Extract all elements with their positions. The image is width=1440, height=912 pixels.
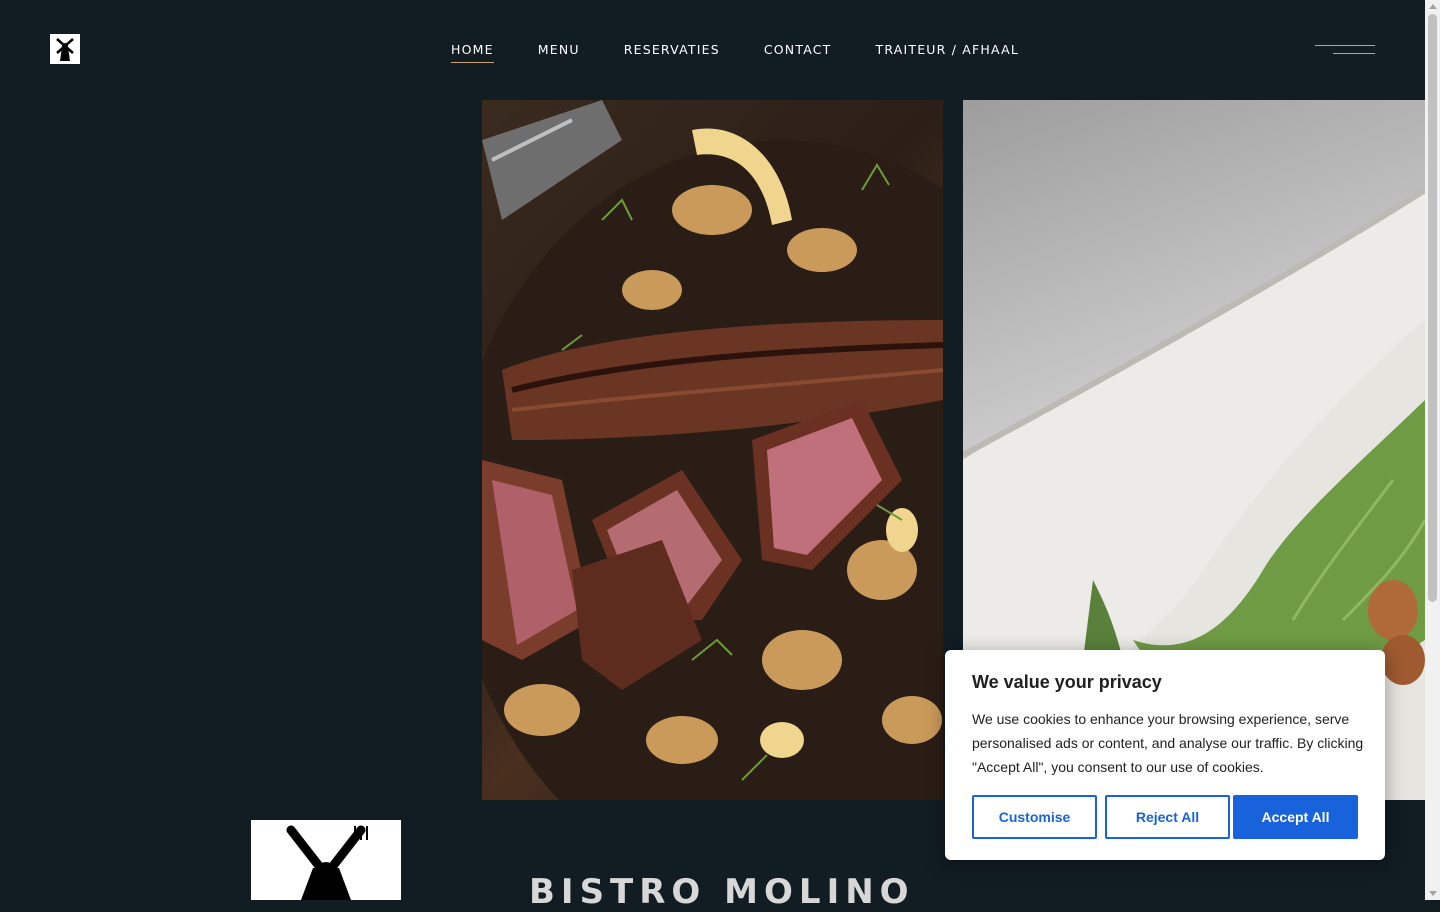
hamburger-menu-icon[interactable] [1315, 43, 1375, 57]
nav-item-menu[interactable]: MENU [538, 42, 580, 63]
cookie-description: We use cookies to enhance your browsing … [972, 711, 1364, 775]
scroll-up-arrow-icon[interactable] [1429, 4, 1437, 9]
site-header: HOME MENU RESERVATIES CONTACT TRAITEUR /… [0, 0, 1425, 100]
nav-item-traiteur-afhaal[interactable]: TRAITEUR / AFHAAL [876, 42, 1020, 63]
cookie-consent-banner: We value your privacy We use cookies to … [945, 650, 1385, 860]
cookie-title: We value your privacy [972, 672, 1162, 692]
accept-all-button[interactable]: Accept All [1233, 795, 1358, 839]
steak-mushrooms-photo [482, 100, 943, 800]
nav-item-contact[interactable]: CONTACT [764, 42, 832, 63]
main-nav: HOME MENU RESERVATIES CONTACT TRAITEUR /… [451, 42, 1019, 63]
customise-button[interactable]: Customise [972, 795, 1097, 839]
knife-fork-windmill-badge-icon [251, 820, 401, 900]
scroll-down-arrow-icon[interactable] [1429, 891, 1437, 896]
page-scrollbar[interactable] [1425, 0, 1440, 900]
nav-item-home[interactable]: HOME [451, 42, 494, 63]
nav-item-reservaties[interactable]: RESERVATIES [624, 42, 720, 63]
reject-all-button[interactable]: Reject All [1105, 795, 1230, 839]
windmill-logo-icon[interactable] [50, 34, 80, 64]
scrollbar-thumb[interactable] [1428, 14, 1437, 602]
hero-title: BISTRO MOLINO [529, 872, 915, 912]
